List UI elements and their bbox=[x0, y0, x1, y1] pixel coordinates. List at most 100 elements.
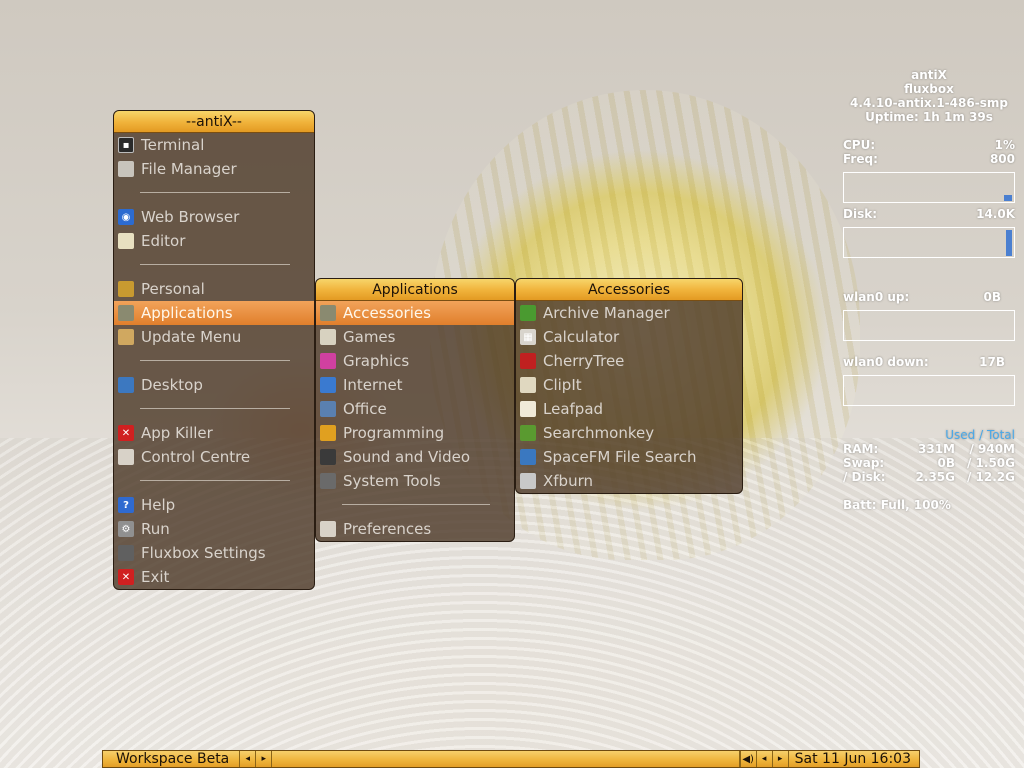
menu-item-label: Office bbox=[343, 400, 387, 418]
disk-label: Disk: bbox=[843, 207, 877, 221]
menu-item-programming[interactable]: Programming bbox=[316, 421, 514, 445]
accessories-submenu: Accessories Archive Manager ▦ Calculator Ch… bbox=[515, 278, 743, 494]
menu-separator bbox=[316, 493, 514, 517]
menu-item-file-manager[interactable]: File Manager bbox=[114, 157, 314, 181]
calculator-icon: ▦ bbox=[520, 329, 536, 345]
menu-item-label: Applications bbox=[141, 304, 233, 322]
wlan-up-label: wlan0 up: bbox=[843, 290, 910, 304]
spacefm-search-icon bbox=[520, 449, 536, 465]
menu-item-control-centre[interactable]: Control Centre bbox=[114, 445, 314, 469]
applications-icon bbox=[118, 305, 134, 321]
menu-item-system-tools[interactable]: System Tools bbox=[316, 469, 514, 493]
menu-item-preferences[interactable]: Preferences bbox=[316, 517, 514, 541]
menu-item-label: Help bbox=[141, 496, 176, 514]
conky-distro: antiX bbox=[911, 68, 947, 82]
disk-value: 14.0K bbox=[976, 207, 1015, 221]
menu-item-graphics[interactable]: Graphics bbox=[316, 349, 514, 373]
menu-item-label: ClipIt bbox=[543, 376, 582, 394]
cpu-value: 1% bbox=[994, 138, 1015, 152]
menu-item-office[interactable]: Office bbox=[316, 397, 514, 421]
menu-item-label: Leafpad bbox=[543, 400, 604, 418]
archive-manager-icon bbox=[520, 305, 536, 321]
help-icon: ? bbox=[118, 497, 134, 513]
menu-item-label: Editor bbox=[141, 232, 186, 250]
menu-separator bbox=[114, 469, 314, 493]
menu-item-fluxbox-settings[interactable]: Fluxbox Settings bbox=[114, 541, 314, 565]
menu-item-exit[interactable]: ✕ Exit bbox=[114, 565, 314, 589]
menu-item-update-menu[interactable]: Update Menu bbox=[114, 325, 314, 349]
menu-item-label: Run bbox=[141, 520, 170, 538]
menu-item-searchmonkey[interactable]: Searchmonkey bbox=[516, 421, 742, 445]
menu-item-label: System Tools bbox=[343, 472, 441, 490]
menu-item-label: Desktop bbox=[141, 376, 203, 394]
office-icon bbox=[320, 401, 336, 417]
root-menu: --antiX-- ▪ Terminal File Manager ◉ Web Brow… bbox=[113, 110, 315, 590]
disk-usage-row: / Disk: 2.35G / 12.2G bbox=[843, 470, 1015, 484]
menu-item-label: File Manager bbox=[141, 160, 237, 178]
menu-item-label: Accessories bbox=[343, 304, 431, 322]
workspace-name[interactable]: Workspace Beta bbox=[103, 751, 239, 767]
applications-submenu: Applications Accessories Games Graphics Int… bbox=[315, 278, 515, 542]
menu-item-internet[interactable]: Internet bbox=[316, 373, 514, 397]
menu-item-run[interactable]: ⚙ Run bbox=[114, 517, 314, 541]
menu-item-web-browser[interactable]: ◉ Web Browser bbox=[114, 205, 314, 229]
menu-item-clipit[interactable]: ClipIt bbox=[516, 373, 742, 397]
taskbar: Workspace Beta ◂ ▸ ◀) ◂ ▸ Sat 11 Jun 16:… bbox=[102, 750, 920, 768]
menu-separator bbox=[114, 253, 314, 277]
menu-item-app-killer[interactable]: ✕ App Killer bbox=[114, 421, 314, 445]
menu-item-label: Update Menu bbox=[141, 328, 242, 346]
desktop-icon bbox=[118, 377, 134, 393]
cpu-label: CPU: bbox=[843, 138, 876, 152]
control-centre-icon bbox=[118, 449, 134, 465]
menu-item-games[interactable]: Games bbox=[316, 325, 514, 349]
conky-monitor: antiX fluxbox 4.4.10-antix.1-486-smp Upt… bbox=[843, 68, 1015, 512]
menu-item-xfburn[interactable]: Xfburn bbox=[516, 469, 742, 493]
menu-item-desktop[interactable]: Desktop bbox=[114, 373, 314, 397]
menu-item-label: Searchmonkey bbox=[543, 424, 655, 442]
disk-graph bbox=[843, 227, 1015, 258]
menu-item-help[interactable]: ? Help bbox=[114, 493, 314, 517]
wlan-up-graph bbox=[843, 310, 1015, 341]
menu-item-applications[interactable]: Applications bbox=[114, 301, 314, 325]
xfburn-icon bbox=[520, 473, 536, 489]
web-browser-icon: ◉ bbox=[118, 209, 134, 225]
menu-item-terminal[interactable]: ▪ Terminal bbox=[114, 133, 314, 157]
menu-item-label: Graphics bbox=[343, 352, 410, 370]
root-menu-title: --antiX-- bbox=[114, 111, 314, 133]
personal-icon bbox=[118, 281, 134, 297]
menu-item-sound-and-video[interactable]: Sound and Video bbox=[316, 445, 514, 469]
menu-item-spacefm-file-search[interactable]: SpaceFM File Search bbox=[516, 445, 742, 469]
conky-wlan-down-row: wlan0 down: 17B bbox=[843, 355, 1015, 369]
conky-disk-row: Disk: 14.0K bbox=[843, 207, 1015, 221]
menu-item-personal[interactable]: Personal bbox=[114, 277, 314, 301]
programming-icon bbox=[320, 425, 336, 441]
workspace-prev-icon[interactable]: ◂ bbox=[239, 751, 255, 767]
menu-item-archive-manager[interactable]: Archive Manager bbox=[516, 301, 742, 325]
menu-separator bbox=[114, 397, 314, 421]
menu-item-label: Internet bbox=[343, 376, 403, 394]
conky-freq-row: Freq: 800 bbox=[843, 152, 1015, 166]
menu-item-leafpad[interactable]: Leafpad bbox=[516, 397, 742, 421]
window-prev-icon[interactable]: ◂ bbox=[755, 751, 772, 767]
accessories-menu-title: Accessories bbox=[516, 279, 742, 301]
window-next-icon[interactable]: ▸ bbox=[771, 751, 788, 767]
menu-item-calculator[interactable]: ▦ Calculator bbox=[516, 325, 742, 349]
menu-item-label: Games bbox=[343, 328, 396, 346]
conky-kernel: 4.4.10-antix.1-486-smp bbox=[850, 96, 1008, 110]
menu-item-label: SpaceFM File Search bbox=[543, 448, 697, 466]
conky-cpu-row: CPU: 1% bbox=[843, 138, 1015, 152]
volume-icon[interactable]: ◀) bbox=[739, 751, 756, 767]
menu-item-editor[interactable]: Editor bbox=[114, 229, 314, 253]
menu-item-cherrytree[interactable]: CherryTree bbox=[516, 349, 742, 373]
clipit-icon bbox=[520, 377, 536, 393]
workspace-next-icon[interactable]: ▸ bbox=[255, 751, 271, 767]
battery-status: Batt: Full, 100% bbox=[843, 498, 951, 512]
conky-wm: fluxbox bbox=[904, 82, 954, 96]
freq-label: Freq: bbox=[843, 152, 878, 166]
taskbar-window-list[interactable] bbox=[271, 751, 740, 767]
menu-item-label: Calculator bbox=[543, 328, 620, 346]
terminal-icon: ▪ bbox=[118, 137, 134, 153]
leafpad-icon bbox=[520, 401, 536, 417]
menu-item-label: Programming bbox=[343, 424, 445, 442]
menu-item-accessories[interactable]: Accessories bbox=[316, 301, 514, 325]
